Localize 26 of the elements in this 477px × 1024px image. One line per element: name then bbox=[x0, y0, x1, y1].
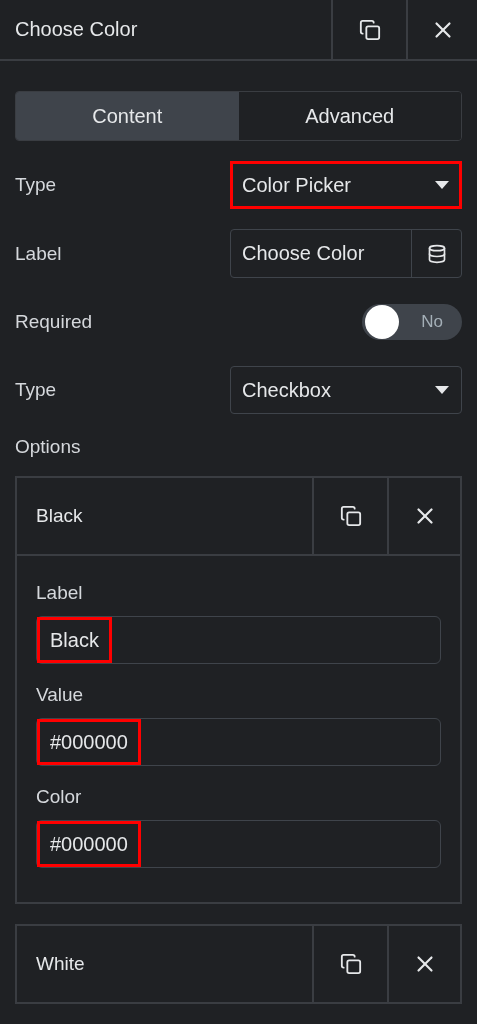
field-label: Label bbox=[36, 582, 84, 604]
text-field[interactable]: Black bbox=[36, 616, 441, 664]
copy-icon bbox=[358, 18, 381, 41]
field-label: Required bbox=[15, 311, 93, 333]
section-label: Options bbox=[15, 436, 82, 458]
select-field[interactable]: Checkbox bbox=[230, 366, 462, 414]
caret-icon bbox=[435, 181, 449, 189]
copy-icon bbox=[339, 953, 362, 975]
field-value: #000000 bbox=[37, 719, 141, 765]
field-label: Color bbox=[36, 786, 83, 808]
copy-icon bbox=[339, 505, 362, 527]
option-title[interactable]: Black bbox=[17, 478, 312, 554]
field-label: Type bbox=[15, 174, 57, 196]
field-label: Value bbox=[36, 684, 85, 706]
panel-title: Choose Color bbox=[14, 17, 139, 42]
tab[interactable]: Content bbox=[16, 92, 239, 140]
option-title[interactable]: White bbox=[17, 926, 312, 1002]
toggle-switch[interactable]: No bbox=[362, 304, 462, 340]
field-label: Label bbox=[15, 242, 62, 265]
caret-icon bbox=[435, 386, 449, 394]
select-field[interactable]: Color Picker bbox=[230, 161, 462, 209]
field-value: Black bbox=[37, 617, 112, 663]
field-label: Type bbox=[15, 379, 57, 401]
text-field[interactable]: #000000 bbox=[36, 820, 441, 868]
text-field[interactable]: #000000 bbox=[36, 718, 441, 766]
field-value: #000000 bbox=[37, 821, 141, 867]
